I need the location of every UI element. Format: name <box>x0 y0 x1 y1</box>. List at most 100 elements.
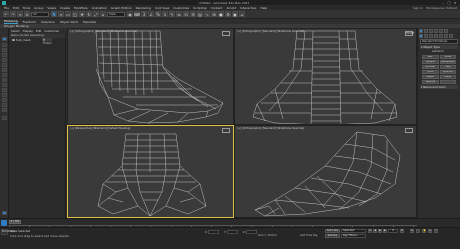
render-icon[interactable]: ☕ <box>239 11 245 17</box>
set-key-button[interactable]: Set Key <box>325 234 340 238</box>
menu-edit[interactable]: Edit <box>13 6 19 10</box>
time-config-icon[interactable]: ⚙ <box>400 229 404 233</box>
pyramid-button[interactable]: Pyramid <box>439 70 456 74</box>
selection-filter-select[interactable]: All <box>31 11 49 17</box>
tab-customize[interactable]: Customize <box>44 29 59 33</box>
menu-create[interactable]: Create <box>60 6 70 10</box>
tab-display[interactable]: Display <box>23 29 33 33</box>
keyboard-shortcut-icon[interactable]: ⌨ <box>134 11 140 17</box>
cone-button[interactable]: Cone <box>439 55 456 59</box>
display-tab-icon[interactable] <box>439 28 443 33</box>
teapot-button[interactable]: Teapot <box>422 75 439 79</box>
redo-button[interactable]: ↷ <box>10 11 16 17</box>
find-icon[interactable] <box>2 116 7 120</box>
z-field[interactable] <box>246 230 258 234</box>
menu-graph-editors[interactable]: Graph Editors <box>111 6 132 10</box>
go-to-start-icon[interactable]: ⏮ <box>368 229 372 233</box>
shapes-filter-icon[interactable] <box>2 58 7 62</box>
layer-toggle-icon[interactable] <box>2 211 7 215</box>
select-object-icon[interactable]: ↖ <box>51 11 57 17</box>
pan-icon[interactable]: ✋ <box>422 229 426 233</box>
menu-tools[interactable]: Tools <box>23 6 30 10</box>
viewport-top-right[interactable]: [+] [Orthographic] [Standard] [Wireframe… <box>234 28 417 125</box>
viewcube-icon[interactable]: FRONT <box>405 31 414 36</box>
helpers-filter-icon[interactable] <box>2 73 7 77</box>
plane-button[interactable]: Plane <box>439 75 456 79</box>
key-mode-select[interactable]: Selected <box>341 229 366 233</box>
x-field[interactable] <box>208 230 220 234</box>
frozen-column-header[interactable]: ▲ Frozen <box>42 38 52 45</box>
name-color-rollout[interactable]: ▾ Name and Color <box>420 85 458 89</box>
box-button[interactable]: Box <box>422 55 439 59</box>
menu-modifiers[interactable]: Modifiers <box>74 6 88 10</box>
tab-select[interactable]: Select <box>11 29 20 33</box>
material-editor-icon[interactable]: ● <box>218 11 224 17</box>
previous-frame-icon[interactable]: ◀ <box>373 229 377 233</box>
menu-arnold[interactable]: Arnold <box>226 6 236 10</box>
pivot-icon[interactable]: ◉ <box>127 11 133 17</box>
menu-views[interactable]: Views <box>47 6 56 10</box>
viewport-layout-icon[interactable] <box>1 220 7 226</box>
angle-snap-icon[interactable]: ∠ <box>148 11 154 17</box>
close-icon[interactable]: × <box>452 1 458 5</box>
viewport-label[interactable]: [+] [Orthographic] [Standard] [Wireframe… <box>70 30 137 33</box>
viewport-label[interactable]: [+] [Orthographic] [Standard] [Wireframe… <box>237 30 304 33</box>
menu-civil-view[interactable]: Civil View <box>155 6 169 10</box>
zoom-extents-icon[interactable]: ⊕ <box>410 229 414 233</box>
geosphere-button[interactable]: GeoSphere <box>439 60 456 64</box>
geometry-icon[interactable] <box>419 33 423 38</box>
tab-populate[interactable]: Populate <box>83 20 96 24</box>
groups-filter-icon[interactable] <box>2 83 7 87</box>
viewport-bottom-left[interactable]: [+] [Perspective] [Standard] [Default Sh… <box>67 125 234 218</box>
rotate-icon[interactable]: ↻ <box>86 11 92 17</box>
menu-interactive[interactable]: Interactive <box>240 6 256 10</box>
containers-filter-icon[interactable] <box>2 98 7 102</box>
viewcube-icon[interactable] <box>222 128 230 133</box>
create-tab-icon[interactable] <box>419 28 423 33</box>
hidden-filter-icon[interactable] <box>2 108 7 112</box>
menu-file[interactable]: File <box>4 6 9 10</box>
tab-object-paint[interactable]: Object Paint <box>60 20 78 24</box>
maxscript-listener-button[interactable]: MAXScript <box>1 229 15 235</box>
spacewarps-filter-icon[interactable] <box>2 78 7 82</box>
schematic-view-icon[interactable]: ⊞ <box>211 11 217 17</box>
rect-select-icon[interactable]: ▭ <box>65 11 71 17</box>
align-icon[interactable]: ⊟ <box>183 11 189 17</box>
menu-content[interactable]: Content <box>211 6 223 10</box>
undo-button[interactable]: ↶ <box>3 11 9 17</box>
move-icon[interactable]: ✥ <box>79 11 85 17</box>
snap-toggle-icon[interactable]: 3 <box>141 11 147 17</box>
tab-freeform[interactable]: Freeform <box>23 20 36 24</box>
viewport-label[interactable]: [+] [Perspective] [Standard] [Default Sh… <box>70 127 130 130</box>
window-crossing-icon[interactable]: ◫ <box>72 11 78 17</box>
render-frame-icon[interactable]: ▣ <box>232 11 238 17</box>
utilities-tab-icon[interactable] <box>444 28 448 33</box>
helpers-icon[interactable] <box>439 33 443 38</box>
scale-icon[interactable]: ⤢ <box>93 11 99 17</box>
lights-filter-icon[interactable] <box>2 63 7 67</box>
time-slider[interactable]: 0 / 100 <box>9 220 21 224</box>
menu-animation[interactable]: Animation <box>92 6 107 10</box>
eye-icon[interactable] <box>12 39 15 41</box>
curve-editor-icon[interactable]: ∿ <box>204 11 210 17</box>
mirror-icon[interactable]: ⇋ <box>176 11 182 17</box>
xrefs-filter-icon[interactable] <box>2 88 7 92</box>
maximize-viewport-icon[interactable]: ⤢ <box>434 229 438 233</box>
tab-selection[interactable]: Selection <box>41 20 55 24</box>
viewport-label[interactable]: [+] [Orthographic] [Standard] [Wireframe… <box>237 127 304 130</box>
next-frame-icon[interactable]: ▶ <box>383 229 387 233</box>
current-frame-field[interactable]: 0 <box>388 229 398 233</box>
zoom-icon[interactable]: ⌕ <box>416 229 420 233</box>
modify-tab-icon[interactable] <box>424 28 428 33</box>
shapes-icon[interactable] <box>424 33 428 38</box>
key-filters-button[interactable]: Key Filters... <box>341 234 366 238</box>
menu-help[interactable]: Help <box>260 6 267 10</box>
play-icon[interactable]: ▶ <box>378 229 382 233</box>
object-type-rollout[interactable]: ▾ Object Type <box>420 45 458 49</box>
systems-icon[interactable] <box>449 33 453 38</box>
lights-icon[interactable] <box>429 33 433 38</box>
menu-group[interactable]: Group <box>34 6 43 10</box>
layer-explorer-icon[interactable]: ☰ <box>190 11 196 17</box>
unlink-icon[interactable]: ⊘ <box>24 11 30 17</box>
graphite-toggle-icon[interactable]: ▤ <box>197 11 203 17</box>
